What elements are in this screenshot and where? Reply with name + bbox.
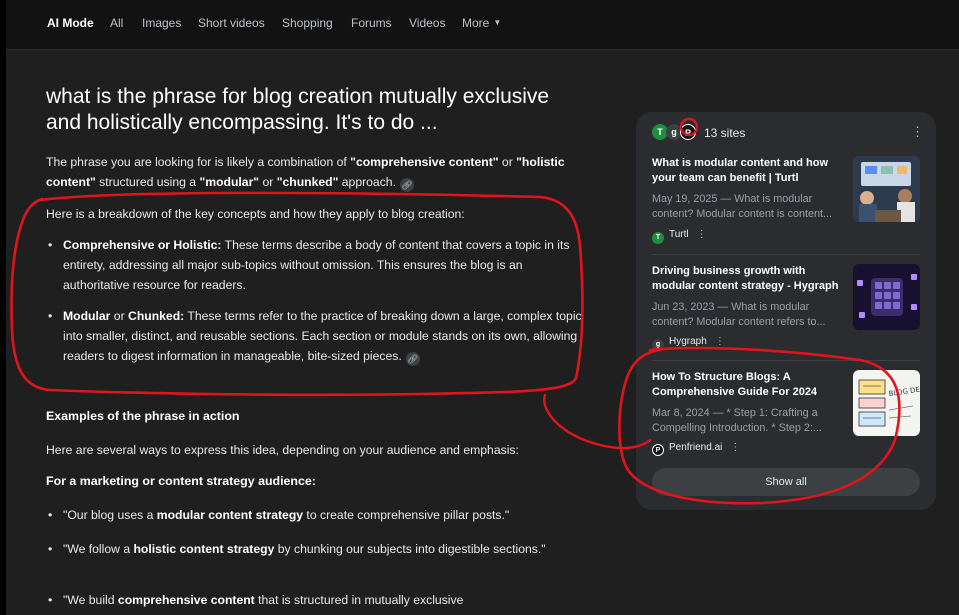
examples-intro: Here are several ways to express this id… bbox=[46, 443, 519, 457]
source-card-penfriend[interactable]: How To Structure Blogs: A Comprehensive … bbox=[652, 370, 920, 460]
bullet-modular-term: Modular bbox=[63, 309, 111, 323]
tab-more-label: More bbox=[462, 16, 490, 30]
example-1-text-c: to create comprehensive pillar posts." bbox=[303, 508, 510, 522]
more-vert-icon[interactable]: ⋮ bbox=[730, 442, 740, 453]
search-tab-bar: AI Mode All Images Short videos Shopping… bbox=[6, 0, 959, 50]
source-title[interactable]: What is modular content and how your tea… bbox=[652, 156, 848, 186]
blog-sketch-image: BLOG DESIGN bbox=[853, 370, 920, 436]
source-snippet: May 19, 2025 — What is modular content? … bbox=[652, 193, 833, 220]
tab-all[interactable]: All bbox=[110, 16, 123, 30]
source-snippet: Mar 8, 2024 — * Step 1: Crafting a Compe… bbox=[652, 407, 822, 434]
source-title[interactable]: Driving business growth with modular con… bbox=[652, 264, 848, 294]
intro-text-1: The phrase you are looking for is likely… bbox=[46, 155, 351, 169]
bullet-comprehensive: Comprehensive or Holistic: These terms d… bbox=[46, 235, 586, 295]
sources-panel: T g P 13 sites ⋮ What is modular content… bbox=[636, 112, 936, 510]
intro-text-4: or bbox=[259, 175, 277, 189]
marketing-heading: For a marketing or content strategy audi… bbox=[46, 474, 316, 488]
answer-intro: The phrase you are looking for is likely… bbox=[46, 152, 586, 192]
link-icon[interactable]: 🔗︎ bbox=[405, 352, 420, 366]
source-thumbnail[interactable] bbox=[853, 156, 920, 222]
more-vert-icon[interactable]: ⋮ bbox=[697, 229, 707, 240]
tab-images[interactable]: Images bbox=[142, 16, 181, 30]
source-thumbnail[interactable] bbox=[853, 264, 920, 330]
intro-bold-3: "modular" bbox=[199, 175, 260, 189]
bullet-chunked-term: Chunked: bbox=[128, 309, 185, 323]
examples-heading: Examples of the phrase in action bbox=[46, 409, 240, 423]
more-vert-icon[interactable]: ⋮ bbox=[911, 124, 924, 140]
example-2-text-c: by chunking our subjects into digestible… bbox=[274, 542, 546, 556]
tab-short-videos[interactable]: Short videos bbox=[198, 16, 265, 30]
source-site-name: Hygraph bbox=[669, 336, 707, 347]
example-3-bold: comprehensive content bbox=[117, 593, 255, 607]
sources-count: 13 sites bbox=[704, 126, 746, 140]
meeting-photo-image bbox=[853, 156, 920, 222]
turtl-favicon-icon: T bbox=[652, 232, 664, 244]
example-bullet-2: "We follow a holistic content strategy b… bbox=[46, 539, 586, 559]
tab-forums[interactable]: Forums bbox=[351, 16, 392, 30]
card-divider bbox=[652, 360, 920, 361]
breakdown-intro: Here is a breakdown of the key concepts … bbox=[46, 207, 465, 221]
example-3-text-c: that is structured in mutually exclusive bbox=[254, 593, 464, 607]
source-site: T Turtl ⋮ bbox=[652, 229, 707, 244]
card-divider bbox=[652, 254, 920, 255]
source-card-turtl[interactable]: What is modular content and how your tea… bbox=[652, 156, 920, 246]
source-site: P Penfriend.ai ⋮ bbox=[652, 442, 740, 456]
source-site: g Hygraph ⋮ bbox=[652, 336, 725, 351]
example-2-bold: holistic content strategy bbox=[133, 542, 275, 556]
source-site-name: Penfriend.ai bbox=[669, 442, 723, 453]
intro-text-5: approach. bbox=[338, 175, 396, 189]
source-card-hygraph[interactable]: Driving business growth with modular con… bbox=[652, 264, 920, 352]
link-icon[interactable]: 🔗︎ bbox=[399, 178, 414, 192]
source-title[interactable]: How To Structure Blogs: A Comprehensive … bbox=[652, 370, 848, 400]
bullet-modular-or: or bbox=[110, 309, 129, 323]
example-3-text-a: "We build bbox=[63, 593, 118, 607]
ai-mode-page: AI Mode All Images Short videos Shopping… bbox=[6, 0, 959, 615]
example-1-text-a: "Our blog uses a bbox=[63, 508, 157, 522]
bullet-comprehensive-term: Comprehensive or Holistic: bbox=[63, 238, 222, 252]
example-2-text-a: "We follow a bbox=[63, 542, 134, 556]
intro-bold-4: "chunked" bbox=[276, 175, 339, 189]
tab-videos[interactable]: Videos bbox=[409, 16, 445, 30]
modular-grid-image bbox=[853, 264, 920, 330]
bullet-modular: Modular or Chunked: These terms refer to… bbox=[46, 306, 586, 366]
tab-shopping[interactable]: Shopping bbox=[282, 16, 333, 30]
intro-bold-1: "comprehensive content" bbox=[350, 155, 499, 169]
intro-text-2: or bbox=[498, 155, 517, 169]
penfriend-favicon-icon: P bbox=[652, 444, 664, 456]
source-site-name: Turtl bbox=[669, 229, 689, 240]
example-1-bold: modular content strategy bbox=[156, 508, 304, 522]
source-snippet: Jun 23, 2023 — What is modular content? … bbox=[652, 301, 826, 328]
hygraph-favicon-icon: g bbox=[652, 339, 664, 351]
source-thumbnail[interactable]: BLOG DESIGN bbox=[853, 370, 920, 436]
more-vert-icon[interactable]: ⋮ bbox=[715, 336, 725, 347]
penfriend-favicon-icon: P bbox=[680, 124, 696, 140]
example-bullet-3: "We build comprehensive content that is … bbox=[46, 590, 586, 610]
example-bullet-1: "Our blog uses a modular content strateg… bbox=[46, 505, 586, 525]
caret-down-icon: ▼ bbox=[493, 18, 502, 27]
query-heading: what is the phrase for blog creation mut… bbox=[46, 85, 550, 134]
show-all-button[interactable]: Show all bbox=[652, 468, 920, 496]
tab-ai-mode[interactable]: AI Mode bbox=[47, 16, 94, 30]
intro-text-3: structured using a bbox=[95, 175, 200, 189]
tab-more[interactable]: More ▼ bbox=[462, 16, 501, 30]
